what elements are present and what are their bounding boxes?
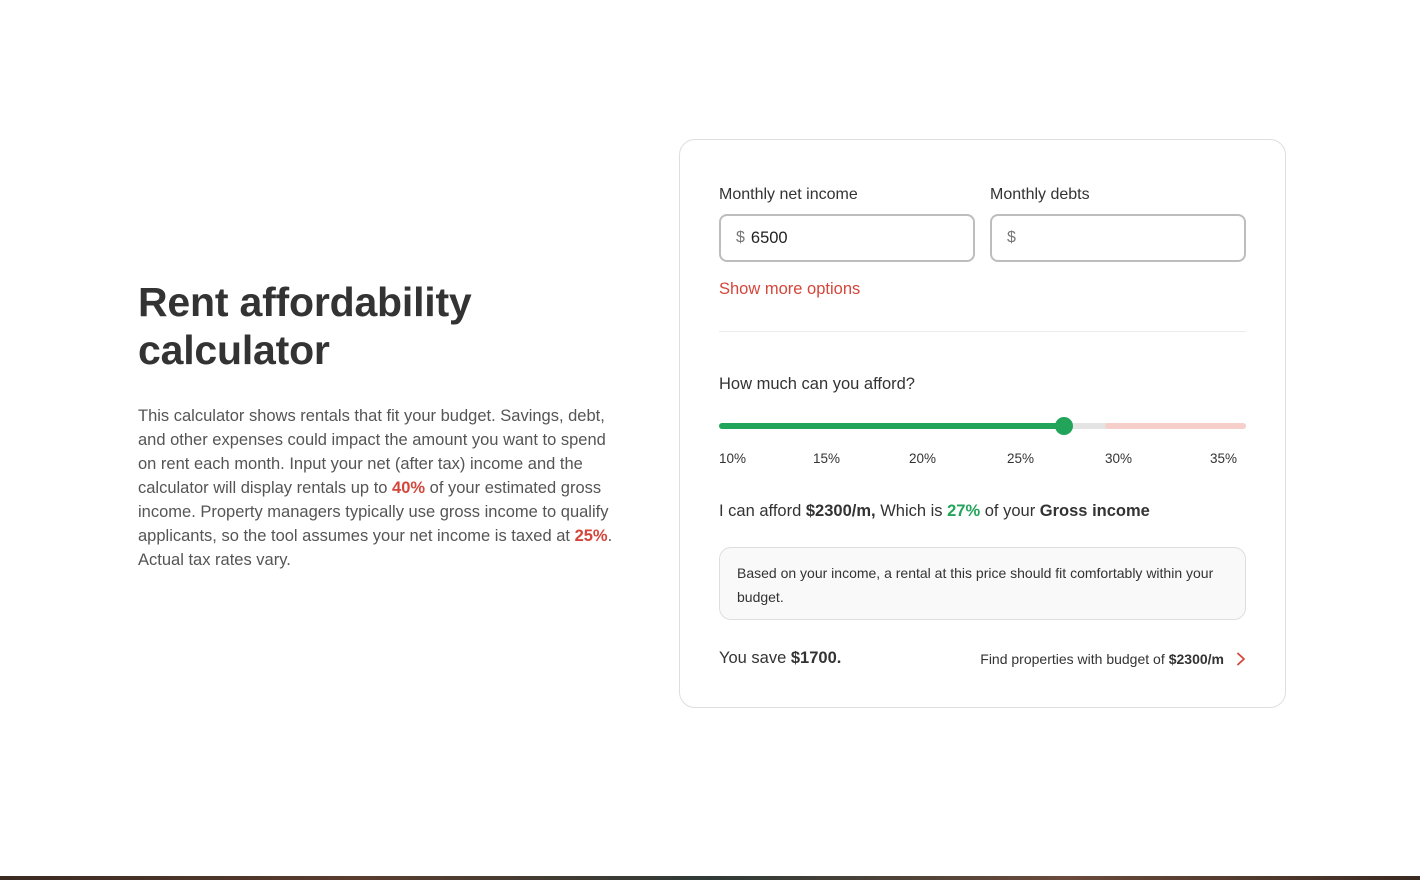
page-title: Rent affordability calculator: [138, 279, 472, 373]
savings-summary: You save $1700.: [719, 649, 841, 668]
slider-tick-label: 10%: [719, 451, 747, 466]
afford-question: How much can you afford?: [719, 375, 915, 393]
slider-tick-label: 20%: [909, 451, 937, 466]
slider-tick-label: 25%: [1007, 451, 1035, 466]
save-prefix: You save: [719, 649, 787, 667]
slider-ticks: 10% 15% 20% 25% 30% 35%: [719, 451, 1246, 471]
desc-highlight-tax-rate: 25%: [574, 527, 608, 545]
dollar-icon: $: [1007, 229, 1016, 246]
divider: [719, 331, 1246, 332]
income-label: Monthly net income: [719, 186, 858, 203]
slider-danger-zone: [1105, 423, 1246, 429]
desc-highlight-display-limit: 40%: [392, 479, 426, 497]
find-properties-link[interactable]: Find properties with budget of $2300/m: [980, 649, 1246, 669]
afford-of-your: of your: [984, 502, 1036, 520]
afford-which-is: Which is: [880, 502, 943, 520]
calculator-card: Monthly net income $ Monthly debts $ Sho…: [679, 139, 1286, 708]
show-more-options-link[interactable]: Show more options: [719, 280, 860, 299]
find-label: Find properties with budget of: [980, 651, 1165, 667]
afford-summary: I can afford $2300/m, Which is 27% of yo…: [719, 502, 1150, 521]
chevron-right-icon: [1237, 652, 1245, 666]
intro-section: Rent affordability calculator This calcu…: [138, 278, 622, 572]
save-amount: $1700.: [790, 649, 842, 667]
afford-amount: $2300/m,: [805, 502, 876, 520]
afford-prefix: I can afford: [719, 502, 802, 520]
afford-basis: Gross income: [1039, 502, 1150, 520]
dollar-icon: $: [736, 229, 745, 246]
slider-tick-label: 15%: [813, 451, 841, 466]
affordability-note: Based on your income, a rental at this p…: [719, 547, 1246, 620]
slider-thumb[interactable]: [1055, 417, 1073, 435]
slider-tick-label: 35%: [1210, 451, 1238, 466]
find-amount: $2300/m: [1168, 651, 1224, 667]
footer-image-strip: [0, 876, 1420, 880]
debts-input[interactable]: [1021, 228, 1212, 248]
debts-input-box[interactable]: $: [990, 214, 1246, 262]
income-input[interactable]: [750, 228, 941, 248]
afford-percent: 27%: [947, 502, 981, 520]
afford-slider[interactable]: [719, 417, 1246, 435]
slider-fill: [719, 423, 1064, 429]
page: Rent affordability calculator This calcu…: [0, 0, 1420, 880]
income-input-box[interactable]: $: [719, 214, 975, 262]
debts-field-group: Monthly debts $: [990, 185, 1246, 262]
debts-label: Monthly debts: [990, 186, 1090, 203]
slider-tick-label: 30%: [1105, 451, 1133, 466]
intro-description: This calculator shows rentals that fit y…: [138, 404, 622, 572]
income-field-group: Monthly net income $: [719, 185, 975, 262]
